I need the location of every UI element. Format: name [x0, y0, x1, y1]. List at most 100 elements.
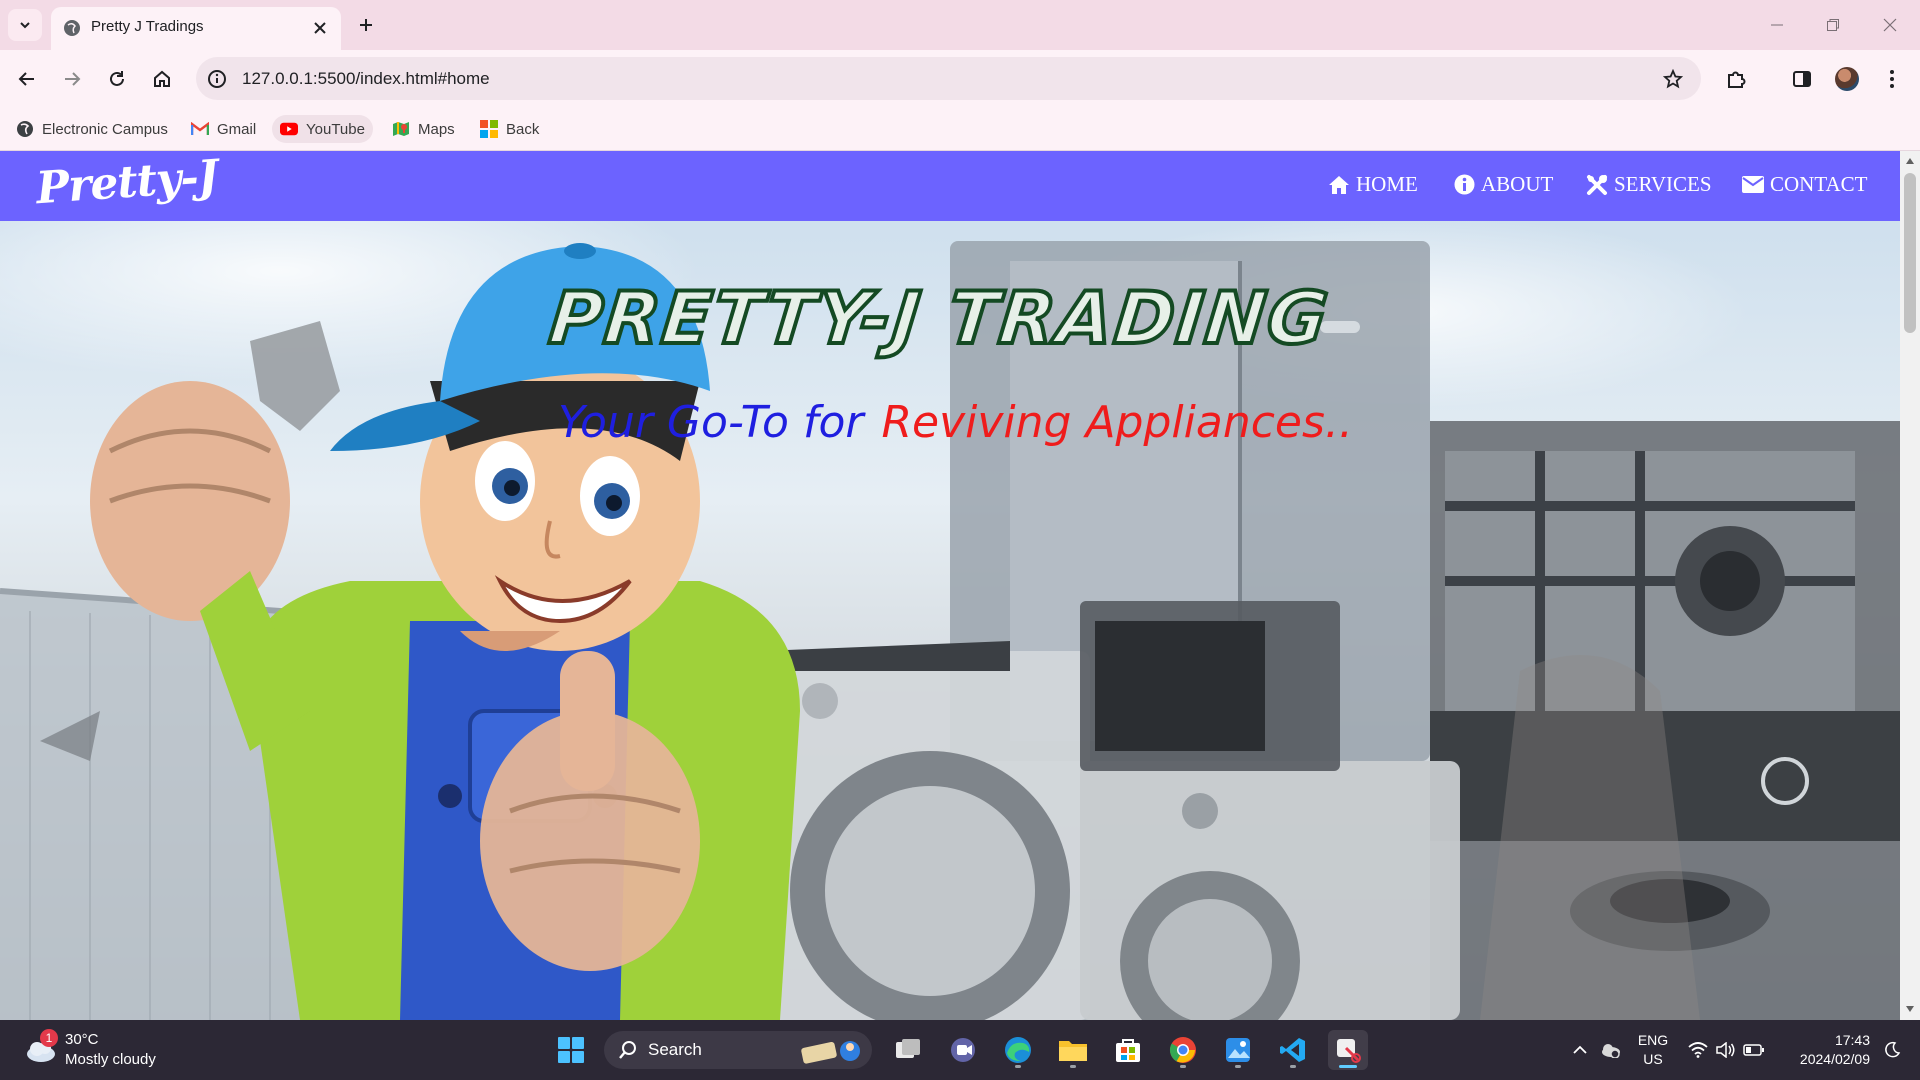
taskbar-app-photos[interactable]: [1218, 1030, 1258, 1070]
tab-title: Pretty J Tradings: [91, 18, 204, 35]
region-code: US: [1643, 1051, 1663, 1067]
hero-subtitle-part2: Reviving Appliances..: [881, 397, 1353, 448]
avatar: [1835, 67, 1859, 91]
close-window-button[interactable]: [1877, 12, 1903, 38]
more-vertical-icon: [1890, 70, 1894, 88]
bookmark-back[interactable]: Back: [472, 115, 547, 143]
site-info-button[interactable]: [206, 68, 228, 90]
forward-button[interactable]: [57, 64, 87, 94]
taskbar-app-snipping-tool[interactable]: [1328, 1030, 1368, 1070]
site-navbar: Pretty-J HOME ABOUT SERVICES CONTACT: [0, 151, 1900, 221]
page-viewport: Pretty-J HOME ABOUT SERVICES CONTACT PRE…: [0, 151, 1900, 1020]
home-icon: [1328, 174, 1350, 196]
star-icon: [1663, 69, 1683, 89]
taskbar-app-task-view[interactable]: [888, 1030, 928, 1070]
taskbar-app-edge[interactable]: [998, 1030, 1038, 1070]
gmail-icon: [191, 120, 209, 138]
taskbar-app-store[interactable]: [1108, 1030, 1148, 1070]
moon-icon: [1885, 1041, 1901, 1058]
bookmark-label: YouTube: [306, 120, 365, 138]
chevron-up-icon: [1573, 1045, 1587, 1054]
restore-button[interactable]: [1820, 12, 1846, 38]
windows-taskbar: 1 30°C Mostly cloudy Search ENG US 17:43…: [0, 1020, 1920, 1080]
nav-home-link[interactable]: HOME: [1328, 172, 1418, 197]
nav-services-link[interactable]: SERVICES: [1586, 172, 1712, 197]
globe-icon: [16, 120, 34, 138]
nav-about-label: ABOUT: [1481, 172, 1554, 196]
extensions-button[interactable]: [1721, 64, 1751, 94]
running-indicator: [1070, 1065, 1076, 1068]
input-language-indicator[interactable]: ENG US: [1636, 1031, 1670, 1069]
new-tab-button[interactable]: [352, 11, 380, 39]
show-hidden-icons-button[interactable]: [1568, 1038, 1592, 1062]
onedrive-tray-button[interactable]: [1598, 1038, 1622, 1062]
running-indicator: [1235, 1065, 1241, 1068]
url-text[interactable]: 127.0.0.1:5500/index.html#home: [242, 69, 490, 89]
start-button[interactable]: [551, 1030, 591, 1070]
bookmark-youtube[interactable]: YouTube: [272, 115, 373, 143]
scroll-thumb[interactable]: [1904, 173, 1916, 333]
nav-contact-link[interactable]: CONTACT: [1742, 172, 1867, 197]
tab-search-button[interactable]: [8, 9, 42, 41]
taskbar-app-chrome[interactable]: [1163, 1030, 1203, 1070]
bookmark-label: Back: [506, 120, 540, 138]
chevron-down-icon: [20, 22, 30, 29]
running-indicator: [1290, 1065, 1296, 1068]
profile-button[interactable]: [1832, 64, 1862, 94]
snipping-tool-icon: [1337, 1039, 1361, 1063]
side-panel-button[interactable]: [1787, 64, 1817, 94]
minimize-button[interactable]: [1764, 12, 1790, 38]
taskbar-app-vscode[interactable]: [1273, 1030, 1313, 1070]
arrow-right-icon: [65, 72, 81, 86]
close-tab-button[interactable]: [309, 17, 331, 39]
teams-icon: [951, 1038, 975, 1062]
store-icon: [1116, 1039, 1140, 1062]
reload-button[interactable]: [102, 64, 132, 94]
clock-time: 17:43: [1834, 1032, 1870, 1048]
taskbar-search[interactable]: Search: [604, 1031, 872, 1069]
bookmark-star-button[interactable]: [1661, 67, 1685, 91]
bookmark-label: Maps: [418, 120, 455, 138]
bookmark-label: Gmail: [217, 120, 257, 138]
scroll-down-arrow[interactable]: [1904, 1003, 1916, 1015]
search-placeholder: Search: [648, 1040, 702, 1059]
network-tray-button[interactable]: [1686, 1038, 1710, 1062]
hero-title: PRETTY-J TRADING: [544, 274, 1336, 362]
search-highlight-icon: [801, 1041, 860, 1064]
plus-icon: [360, 19, 372, 31]
scroll-up-arrow[interactable]: [1904, 155, 1916, 167]
notifications-button[interactable]: [1880, 1038, 1904, 1062]
info-icon: [208, 70, 226, 88]
caret-up-icon: [1906, 158, 1914, 164]
file-explorer-icon: [1059, 1041, 1087, 1061]
speaker-icon: [1716, 1042, 1735, 1058]
home-button[interactable]: [147, 64, 177, 94]
page-scrollbar[interactable]: [1900, 151, 1920, 1020]
hero-subtitle: Your Go-To for Reviving Appliances..: [558, 397, 1353, 448]
back-button[interactable]: [12, 64, 42, 94]
bookmark-electronic-campus[interactable]: Electronic Campus: [8, 115, 176, 143]
nav-home-label: HOME: [1356, 172, 1418, 196]
volume-tray-button[interactable]: [1714, 1038, 1738, 1062]
browser-tab-active[interactable]: Pretty J Tradings: [51, 7, 341, 50]
taskbar-app-file-explorer[interactable]: [1053, 1030, 1093, 1070]
address-bar[interactable]: 127.0.0.1:5500/index.html#home: [196, 57, 1701, 100]
edge-icon: [1005, 1037, 1031, 1063]
close-icon: [314, 22, 326, 34]
nav-about-link[interactable]: ABOUT: [1453, 172, 1553, 197]
browser-menu-button[interactable]: [1877, 64, 1907, 94]
battery-tray-button[interactable]: [1742, 1038, 1766, 1062]
bookmarks-bar: Electronic Campus Gmail YouTube Maps Bac…: [0, 107, 1920, 151]
caret-down-icon: [1906, 1006, 1914, 1012]
clock-date: 2024/02/09: [1799, 1051, 1870, 1067]
bookmark-maps[interactable]: Maps: [384, 115, 463, 143]
task-view-icon: [896, 1039, 920, 1058]
taskbar-clock[interactable]: 17:43 2024/02/09: [1780, 1031, 1870, 1069]
site-logo[interactable]: Pretty-J: [34, 151, 219, 214]
reload-icon: [110, 71, 124, 86]
bookmark-gmail[interactable]: Gmail: [183, 115, 264, 143]
wifi-icon: [1688, 1042, 1708, 1058]
weather-alert-badge: 1: [40, 1029, 58, 1047]
taskbar-app-teams[interactable]: [943, 1030, 983, 1070]
tools-icon: [1586, 174, 1608, 196]
